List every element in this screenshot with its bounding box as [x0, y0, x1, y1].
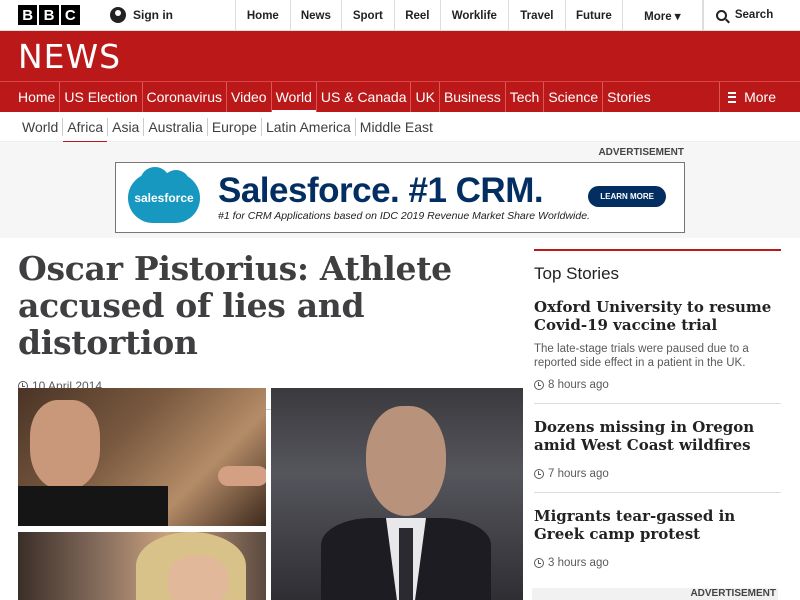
pistorius-photo: [271, 388, 523, 600]
top-story-time: 3 hours ago: [534, 557, 781, 569]
bbc-logo-letter-3: C: [60, 5, 80, 25]
top-story-title[interactable]: Dozens missing in Oregon amid West Coast…: [534, 418, 781, 454]
global-nav-news[interactable]: News: [291, 0, 342, 31]
bbc-logo-letter-2: B: [39, 5, 59, 25]
article-headline: Oscar Pistorius: Athlete accused of lies…: [18, 249, 452, 362]
news-wordmark[interactable]: NEWS: [18, 37, 121, 76]
section-nav-more-button[interactable]: More: [719, 82, 800, 112]
top-stories-heading: Top Stories: [534, 264, 620, 283]
advert-label: ADVERTISEMENT: [598, 147, 684, 158]
learn-more-button[interactable]: LEARN MORE: [588, 186, 666, 207]
top-story-title[interactable]: Migrants tear-gassed in Greek camp prote…: [534, 507, 781, 543]
global-nav-more[interactable]: More ▾: [623, 0, 703, 31]
sub-nav-australia[interactable]: Australia: [144, 117, 208, 136]
section-nav-coronavirus[interactable]: Coronavirus: [143, 82, 227, 112]
top-story-item[interactable]: Migrants tear-gassed in Greek camp prote…: [534, 493, 781, 581]
top-story-time-text: 3 hours ago: [548, 557, 609, 569]
sub-nav-world[interactable]: World: [18, 117, 64, 136]
section-nav-home[interactable]: Home: [0, 82, 61, 112]
clock-icon: [534, 469, 544, 479]
section-nav-video[interactable]: Video: [227, 82, 272, 112]
top-story-title[interactable]: Oxford University to resume Covid-19 vac…: [534, 298, 781, 334]
salesforce-logo-text: salesforce: [134, 190, 194, 205]
news-banner: NEWS: [0, 31, 800, 81]
top-story-time: 7 hours ago: [534, 468, 781, 480]
advert-subline: #1 for CRM Applications based on IDC 201…: [218, 210, 590, 222]
sign-in-link[interactable]: Sign in: [98, 0, 235, 30]
top-story-time-text: 7 hours ago: [548, 468, 609, 480]
top-story-time: 8 hours ago: [534, 379, 781, 391]
courtroom-photo: [18, 532, 266, 600]
top-story-time-text: 8 hours ago: [548, 379, 609, 391]
global-nav-worklife[interactable]: Worklife: [441, 0, 509, 31]
section-nav-stories[interactable]: Stories: [603, 82, 655, 112]
clock-icon: [534, 380, 544, 390]
section-nav-us-election[interactable]: US Election: [60, 82, 143, 112]
section-nav-us-canada[interactable]: US & Canada: [317, 82, 412, 112]
menu-icon: [728, 91, 737, 103]
clock-icon: [534, 558, 544, 568]
global-nav-reel[interactable]: Reel: [395, 0, 441, 31]
bbc-logo[interactable]: B B C: [0, 0, 98, 30]
article-image-grid: [18, 388, 523, 600]
top-story-summary: The late-stage trials were paused due to…: [534, 343, 749, 369]
article-header: Oscar Pistorius: Athlete accused of lies…: [18, 250, 523, 410]
sub-nav-latin-america[interactable]: Latin America: [262, 117, 356, 136]
bbc-logo-letter-1: B: [18, 5, 38, 25]
section-nav-tech[interactable]: Tech: [506, 82, 545, 112]
section-nav-world[interactable]: World: [271, 82, 317, 113]
sign-in-label: Sign in: [133, 8, 173, 22]
sub-nav-middle-east[interactable]: Middle East: [356, 118, 437, 136]
user-icon: [110, 7, 126, 23]
search-button[interactable]: Search: [702, 0, 800, 30]
sub-nav-africa[interactable]: Africa: [63, 117, 109, 144]
global-nav: Home News Sport Reel Worklife Travel Fut…: [234, 0, 703, 31]
section-nav-more-label: More: [744, 89, 776, 105]
global-nav-travel[interactable]: Travel: [509, 0, 566, 31]
sub-nav-europe[interactable]: Europe: [208, 117, 262, 136]
advert-band: ADVERTISEMENT salesforce Salesforce. #1 …: [0, 142, 800, 238]
advert-text: Salesforce. #1 CRM. #1 for CRM Applicati…: [218, 171, 590, 223]
bottom-advert-label: ADVERTISEMENT: [532, 588, 778, 600]
section-nav-business[interactable]: Business: [440, 82, 506, 112]
salesforce-logo: salesforce: [128, 166, 200, 223]
top-stories-sidebar: Top Stories Oxford University to resume …: [534, 249, 781, 581]
top-story-item[interactable]: Dozens missing in Oregon amid West Coast…: [534, 404, 781, 493]
sub-nav-asia[interactable]: Asia: [108, 117, 145, 136]
global-nav-future[interactable]: Future: [566, 0, 623, 31]
section-nav: Home US Election Coronavirus Video World…: [0, 81, 800, 113]
global-nav-home[interactable]: Home: [236, 0, 291, 31]
world-sub-nav: World Africa Asia Australia Europe Latin…: [0, 112, 800, 144]
advert-headline: Salesforce. #1 CRM.: [218, 171, 544, 210]
section-nav-science[interactable]: Science: [544, 82, 604, 112]
section-nav-uk[interactable]: UK: [411, 82, 440, 112]
salesforce-advert[interactable]: salesforce Salesforce. #1 CRM. #1 for CR…: [115, 162, 685, 233]
prosecutor-photo: [18, 388, 266, 526]
top-story-item[interactable]: Oxford University to resume Covid-19 vac…: [534, 284, 781, 404]
search-label: Search: [734, 9, 774, 21]
global-nav-sport[interactable]: Sport: [342, 0, 395, 31]
global-top-bar: B B C Sign in Home News Sport Reel Workl…: [0, 0, 800, 31]
search-icon: [715, 9, 727, 21]
